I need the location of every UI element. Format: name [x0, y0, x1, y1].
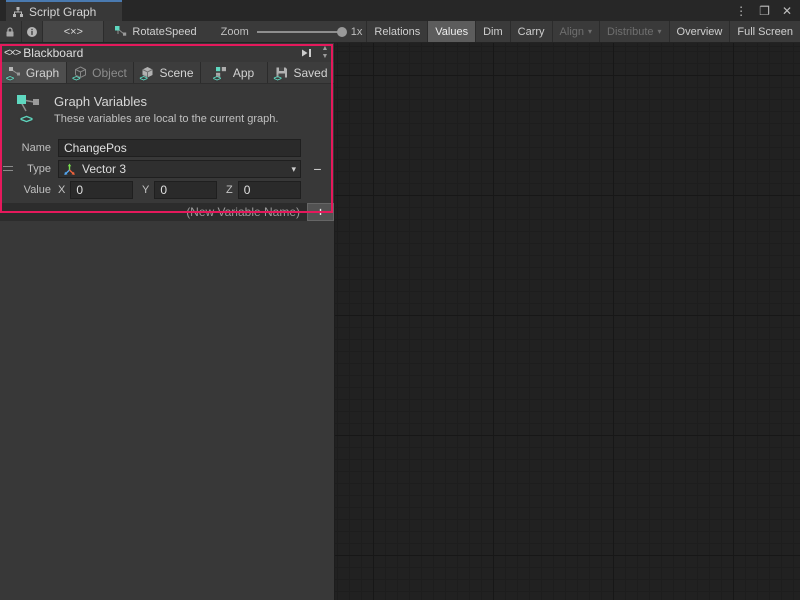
tab-script-graph[interactable]: Script Graph: [6, 0, 122, 21]
scene-variables-tab-icon: <>: [140, 66, 155, 79]
overview-button[interactable]: Overview: [669, 21, 730, 42]
graph-toolbar: <×> RotateSpeed Zoom 1x Relations Values…: [0, 21, 800, 43]
vector3-icon: [63, 163, 76, 176]
menu-icon[interactable]: ⋮: [735, 5, 747, 17]
graph-name-label: RotateSpeed: [132, 26, 196, 38]
lock-button[interactable]: [0, 21, 22, 42]
close-icon[interactable]: ✕: [782, 5, 792, 17]
chevron-down-icon: ▾: [658, 27, 662, 36]
info-icon: [26, 26, 38, 38]
info-button[interactable]: [22, 21, 44, 42]
chevron-down-icon: ▾: [291, 164, 296, 175]
carry-button[interactable]: Carry: [510, 21, 552, 42]
value-label: Value: [0, 184, 58, 196]
relations-button[interactable]: Relations: [366, 21, 427, 42]
scroll-down-icon[interactable]: ▼: [322, 53, 329, 61]
full-screen-button[interactable]: Full Screen: [729, 21, 800, 42]
tab-app[interactable]: <> App: [201, 62, 268, 83]
y-value-input[interactable]: [154, 181, 217, 199]
graph-variables-section-header: <> Graph Variables These variables are l…: [0, 84, 334, 135]
tab-title: Script Graph: [29, 5, 96, 19]
dock-icon[interactable]: [301, 48, 312, 58]
script-graph-icon: [12, 6, 24, 18]
values-button[interactable]: Values: [427, 21, 475, 42]
variable-value-row: Value X Y Z: [0, 180, 334, 200]
type-value: Vector 3: [82, 162, 291, 176]
blackboard-tabs: <> Graph <> Object: [0, 62, 334, 84]
saved-variables-tab-icon: <>: [274, 66, 289, 79]
dim-button[interactable]: Dim: [475, 21, 510, 42]
x-value-input[interactable]: [70, 181, 133, 199]
app-variables-tab-icon: <>: [214, 66, 229, 79]
chevron-down-icon: ▾: [588, 27, 592, 36]
section-title: Graph Variables: [54, 94, 278, 109]
section-description: These variables are local to the current…: [54, 113, 278, 125]
graph-node-icon: [114, 25, 127, 38]
title-bar: Script Graph ⋮ ❐ ✕: [0, 0, 800, 21]
tab-scene[interactable]: <> Scene: [134, 62, 201, 83]
remove-variable-button[interactable]: −: [313, 162, 321, 176]
graph-breadcrumb-button[interactable]: RotateSpeed: [104, 21, 206, 42]
align-button[interactable]: Align ▾: [552, 21, 599, 42]
blackboard-title: Blackboard: [23, 46, 301, 60]
tab-object[interactable]: <> Object: [67, 62, 134, 83]
add-variable-button[interactable]: +: [307, 203, 334, 221]
variable-type-row: Type Vecto: [0, 159, 334, 179]
graph-variables-tab-icon: <>: [7, 66, 22, 79]
graph-editor-area: <×> Blackboard ▲ ▼: [0, 43, 800, 600]
z-axis-label: Z: [226, 184, 238, 196]
object-variables-tab-icon: <>: [73, 66, 88, 79]
maximize-icon[interactable]: ❐: [759, 5, 770, 17]
type-dropdown[interactable]: Vector 3 ▾: [58, 160, 301, 178]
zoom-slider-handle[interactable]: [337, 27, 347, 37]
scroll-up-icon[interactable]: ▲: [322, 45, 329, 53]
new-variable-row: +: [0, 203, 334, 221]
variable-list: Name Type: [0, 135, 334, 221]
x-axis-label: X: [58, 184, 70, 196]
zoom-slider[interactable]: [257, 21, 345, 42]
variables-toggle-button[interactable]: <×>: [43, 21, 104, 42]
blackboard-panel: <×> Blackboard ▲ ▼: [0, 43, 335, 600]
zoom-label: Zoom: [221, 21, 249, 42]
zoom-value: 1x: [351, 21, 363, 42]
graph-variables-icon: <>: [16, 94, 44, 124]
drag-handle[interactable]: [3, 166, 13, 171]
tab-graph[interactable]: <> Graph: [0, 62, 67, 83]
y-axis-label: Y: [142, 184, 154, 196]
variable-name-row: Name: [0, 138, 334, 158]
lock-icon: [4, 26, 16, 38]
tab-saved[interactable]: <> Saved: [268, 62, 334, 83]
z-value-input[interactable]: [238, 181, 301, 199]
panel-scroll-arrows[interactable]: ▲ ▼: [318, 45, 332, 61]
zoom-slider-track[interactable]: [257, 31, 345, 33]
distribute-button[interactable]: Distribute ▾: [599, 21, 668, 42]
variable-name-input[interactable]: [58, 139, 301, 157]
name-label: Name: [0, 142, 58, 154]
variables-icon: <×>: [4, 47, 20, 59]
blackboard-header: <×> Blackboard ▲ ▼: [0, 43, 334, 62]
new-variable-input[interactable]: [0, 203, 305, 221]
